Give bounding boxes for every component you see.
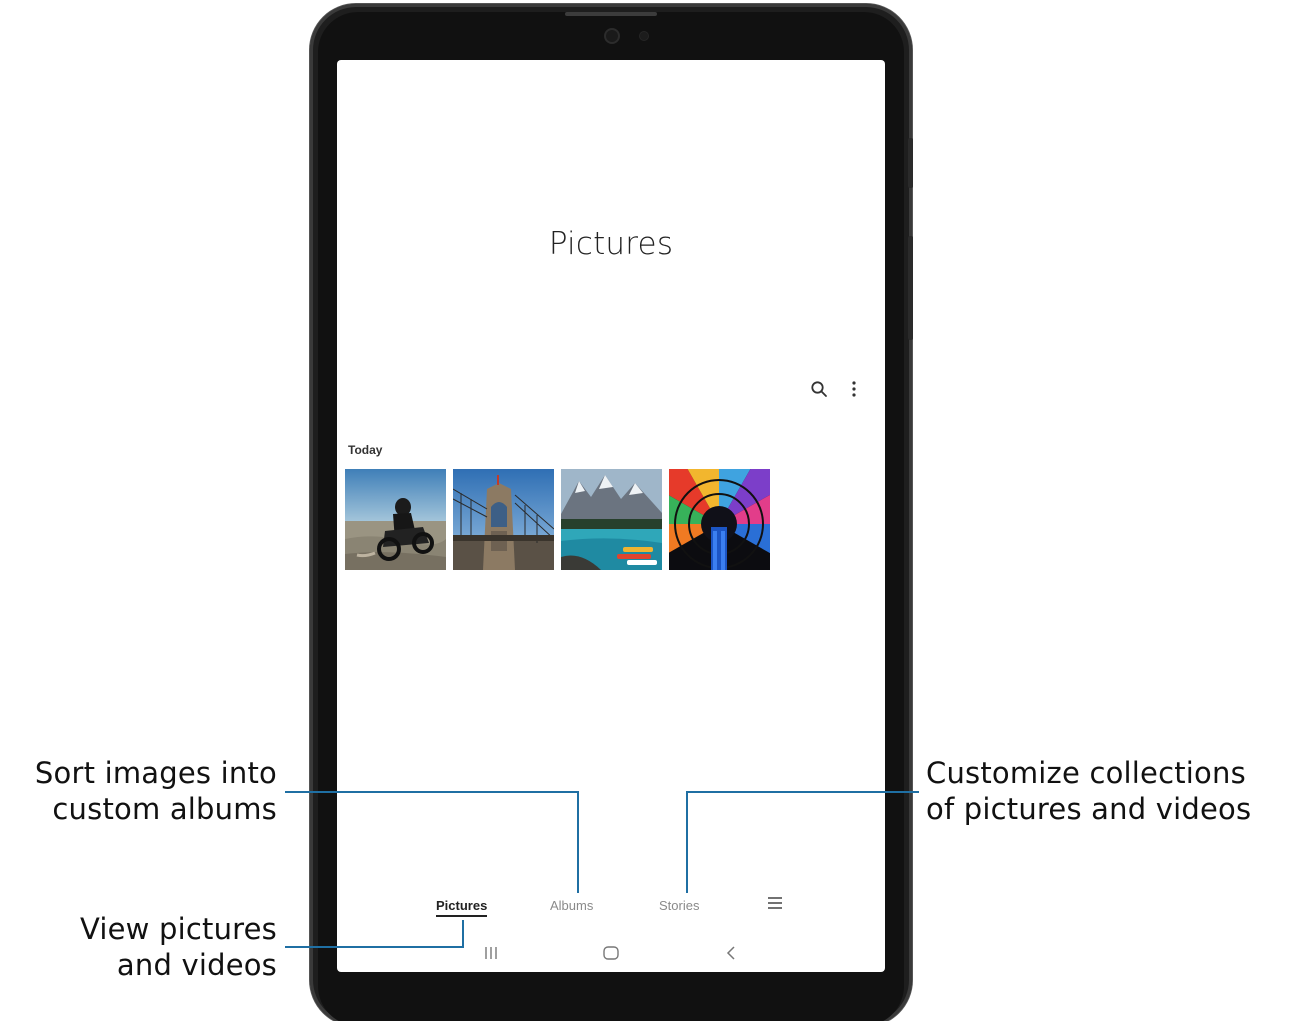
tab-pictures[interactable]: Pictures	[436, 898, 488, 917]
front-camera	[606, 30, 618, 42]
more-options-icon[interactable]	[842, 377, 866, 401]
home-icon[interactable]	[600, 943, 622, 963]
thumbnail-motorcycle-photo[interactable]	[345, 469, 446, 570]
callout-customize-stories: Customize collections of pictures and vi…	[926, 755, 1311, 827]
thumbnail-mountain-lake-photo[interactable]	[561, 469, 662, 570]
thumbnail-bridge-photo[interactable]	[453, 469, 554, 570]
power-button[interactable]	[908, 138, 913, 188]
gallery-screen: Pictures Today Pictures Albums Stories	[337, 60, 885, 972]
volume-button[interactable]	[908, 236, 913, 340]
hamburger-menu-icon[interactable]	[766, 895, 784, 911]
light-sensor	[640, 32, 648, 40]
thumbnail-stained-glass-photo[interactable]	[669, 469, 770, 570]
callout-text: Customize collections	[926, 756, 1246, 790]
back-icon[interactable]	[720, 943, 742, 963]
section-label-today: Today	[348, 443, 383, 457]
callout-text: custom albums	[52, 792, 277, 826]
callout-text: of pictures and videos	[926, 792, 1252, 826]
speaker-slot	[565, 12, 657, 16]
callout-sort-albums: Sort images into custom albums	[0, 755, 277, 827]
tab-stories[interactable]: Stories	[659, 898, 699, 913]
recent-apps-icon[interactable]	[480, 943, 502, 963]
search-icon[interactable]	[807, 377, 831, 401]
callout-text: View pictures	[79, 912, 277, 946]
tab-albums[interactable]: Albums	[550, 898, 593, 913]
page-title: Pictures	[548, 226, 674, 262]
callout-view-pictures: View pictures and videos	[0, 911, 277, 983]
thumbnail-grid	[345, 469, 770, 570]
callout-text: and videos	[116, 948, 277, 982]
callout-text: Sort images into	[34, 756, 277, 790]
